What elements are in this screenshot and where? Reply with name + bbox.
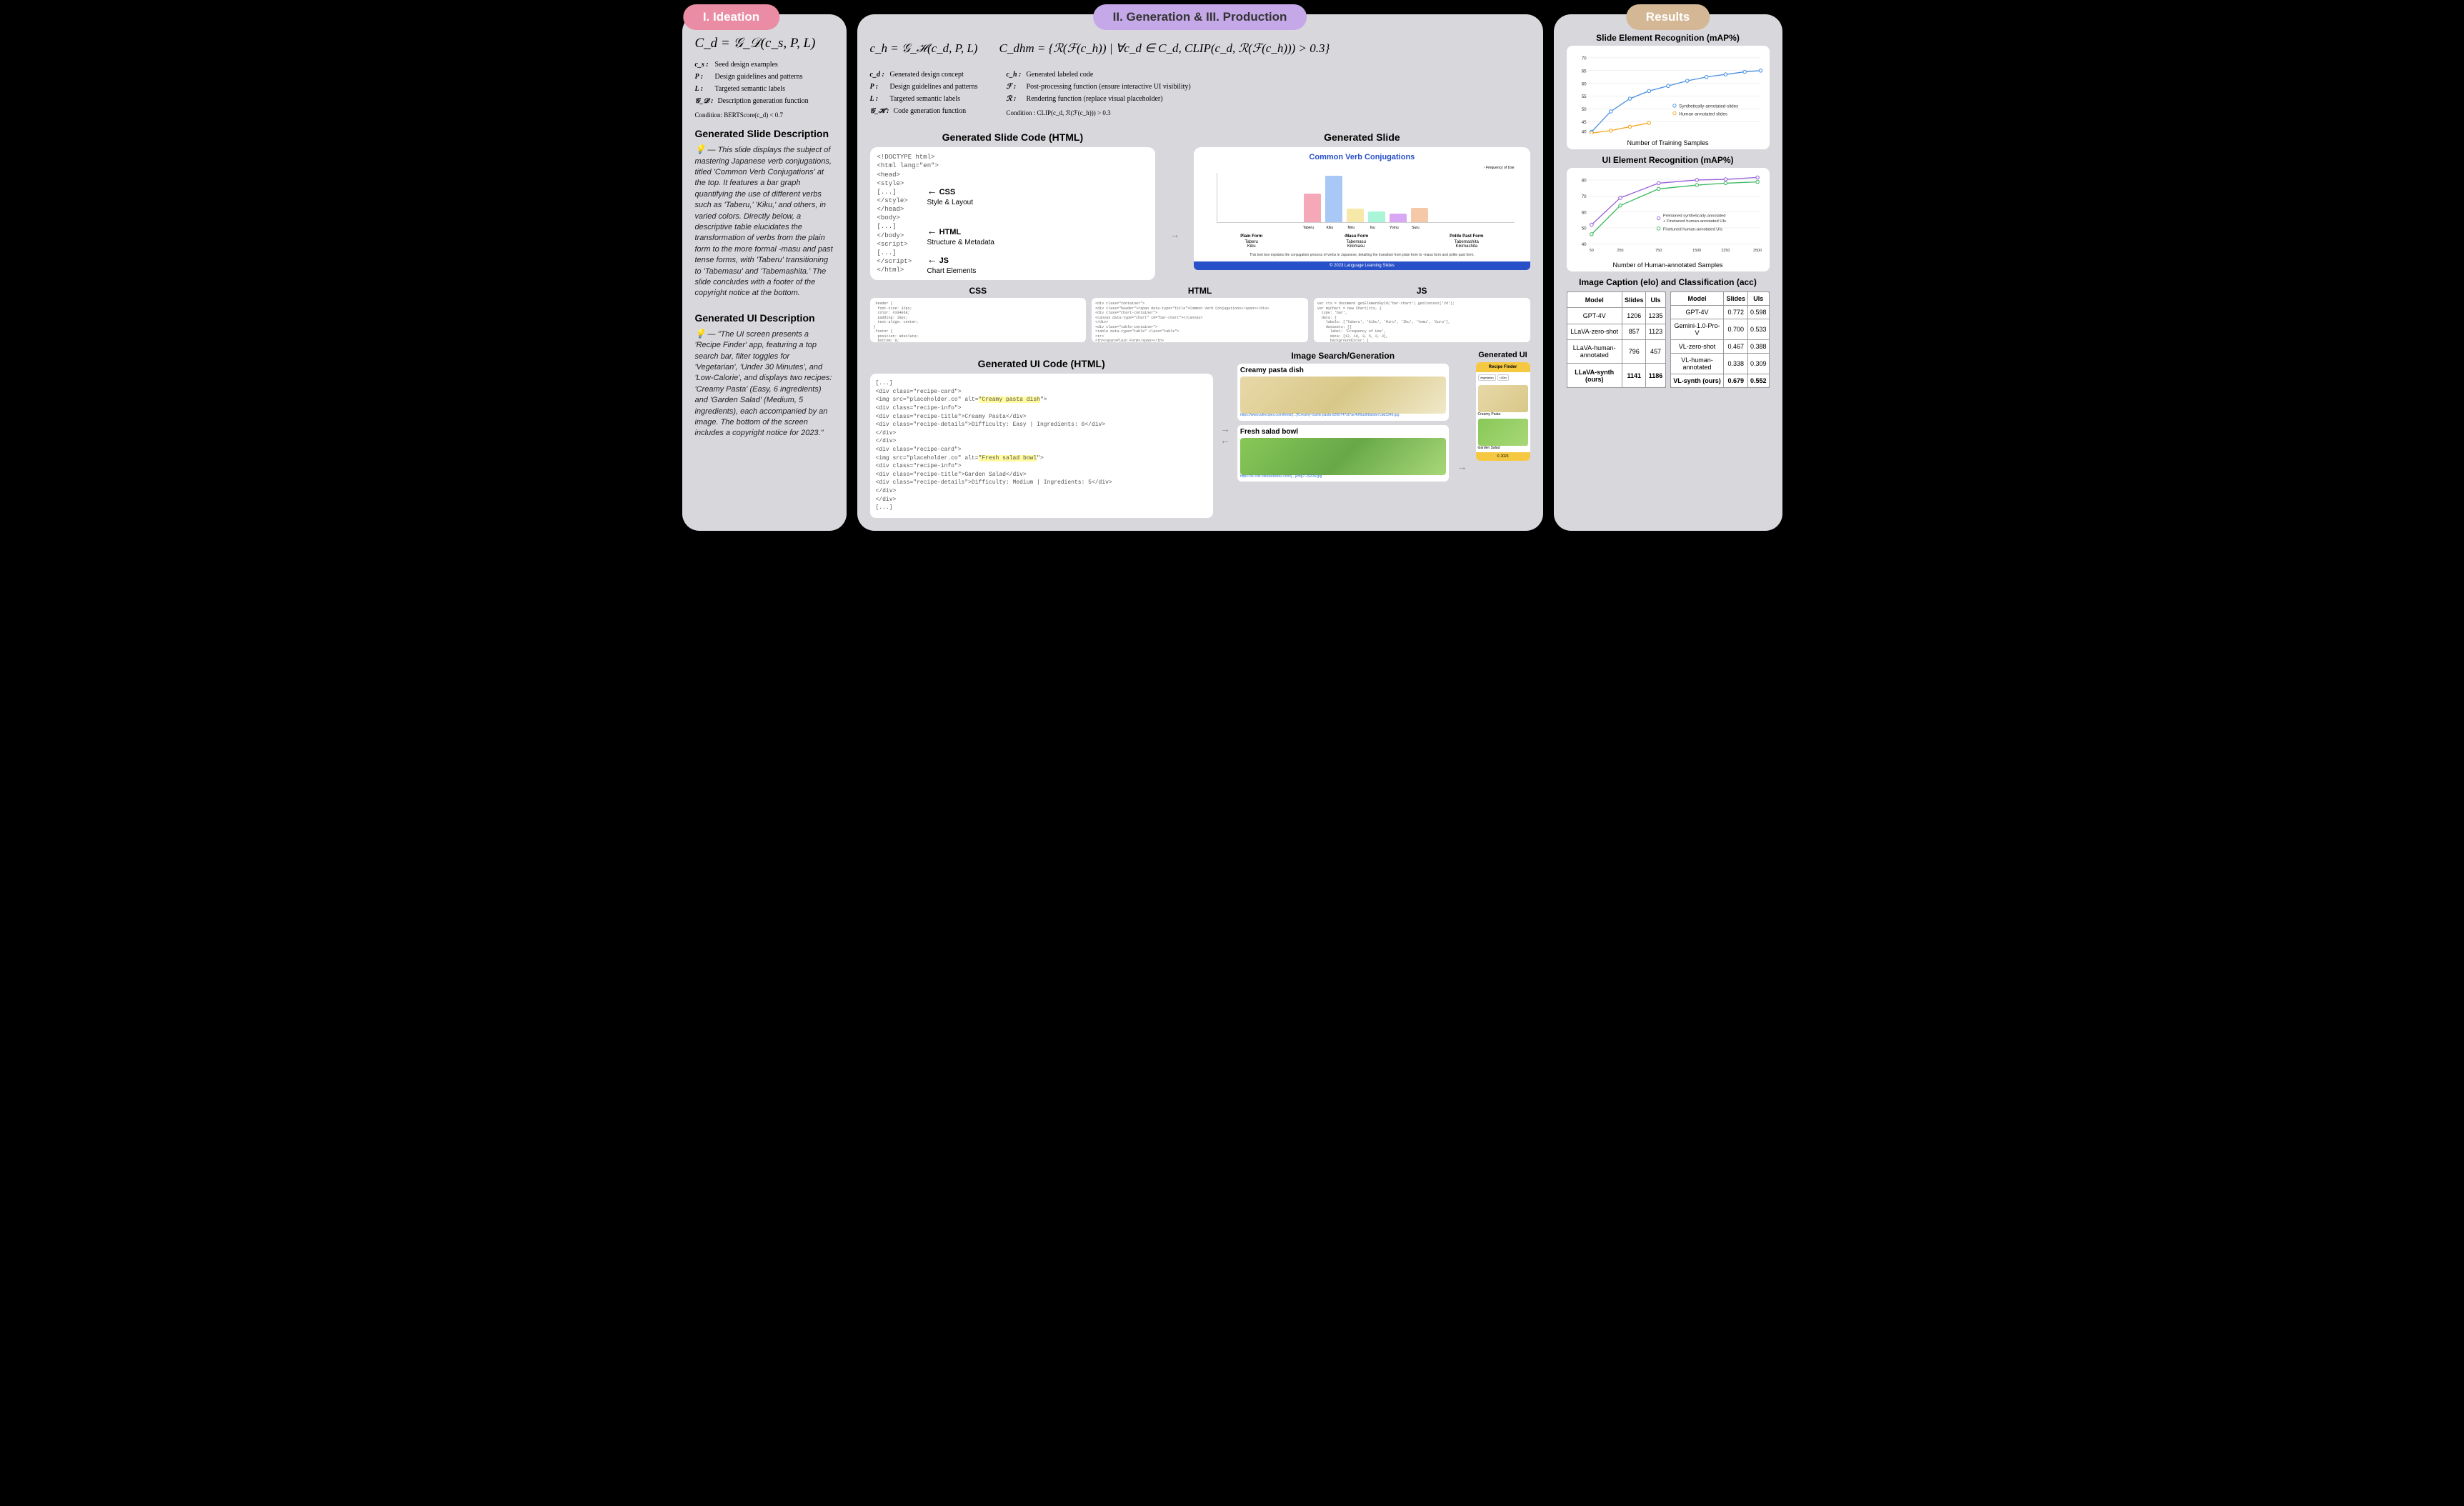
gen-ui-title: Generated UI bbox=[1476, 351, 1530, 359]
legend-text: Synthetically-annotated-slides bbox=[1679, 104, 1738, 109]
phone-mockup: Recipe Finder Vegetarian<30m Creamy Past… bbox=[1476, 362, 1530, 461]
svg-text:45: 45 bbox=[1581, 120, 1586, 125]
svg-text:60: 60 bbox=[1581, 81, 1586, 86]
svg-text:+ Finetuned human-annotated UI: + Finetuned human-annotated UIs bbox=[1662, 219, 1725, 224]
salad-image bbox=[1240, 438, 1446, 475]
slide-table: Plain FormTaberuKiku-Masu FormTabemasuKi… bbox=[1199, 234, 1524, 249]
svg-text:Human-annotated slides: Human-annotated slides bbox=[1679, 111, 1727, 116]
js-code: var ctx = document.getElementById('bar-c… bbox=[1314, 298, 1530, 342]
ui-code-title: Generated UI Code (HTML) bbox=[870, 358, 1213, 369]
results-panel: Results Slide Element Recognition (mAP%)… bbox=[1554, 14, 1782, 531]
css-code: .header { font-size: 32px; color: #334E6… bbox=[870, 298, 1087, 342]
img-search-item: Creamy pasta dish https://www.allrecipes… bbox=[1237, 364, 1449, 421]
gen-legend-left: c_d :Generated design concept P :Design … bbox=[870, 69, 978, 119]
arrow-right-icon: → bbox=[1220, 423, 1230, 434]
chart2: 8070605040 50250750150022503500 Pretrain… bbox=[1567, 168, 1770, 271]
svg-text:750: 750 bbox=[1655, 249, 1662, 253]
svg-text:50: 50 bbox=[1589, 249, 1593, 253]
ideation-legend: c_s :Seed design examples P :Design guid… bbox=[695, 59, 834, 121]
chart2-title: UI Element Recognition (mAP%) bbox=[1567, 155, 1770, 165]
svg-text:55: 55 bbox=[1581, 94, 1586, 99]
img-search-item: Fresh salad bowl https://le-cdn.hibuwebs… bbox=[1237, 425, 1449, 482]
svg-text:80: 80 bbox=[1581, 179, 1586, 184]
html-code: <div class="container"> <div class="head… bbox=[1092, 298, 1308, 342]
pasta-image bbox=[1240, 376, 1446, 414]
arrow-right-icon: → bbox=[1457, 461, 1467, 472]
generation-panel: II. Generation & III. Production c_h = 𝒢… bbox=[857, 14, 1543, 531]
svg-text:65: 65 bbox=[1581, 69, 1586, 74]
code-triple: CSS.header { font-size: 32px; color: #33… bbox=[870, 286, 1530, 342]
ideation-pill: I. Ideation bbox=[683, 4, 779, 30]
gen-slide-title: Generated Slide bbox=[1194, 131, 1530, 143]
elo-table: ModelSlidesUIsGPT-4V12061235LLaVA-zero-s… bbox=[1567, 291, 1666, 388]
svg-text:70: 70 bbox=[1581, 194, 1586, 199]
svg-text:40: 40 bbox=[1581, 129, 1586, 134]
ui-desc-text: 💡 — "The UI screen presents a 'Recipe Fi… bbox=[695, 328, 834, 439]
arrow-right-icon: → bbox=[1169, 229, 1179, 240]
svg-text:50: 50 bbox=[1581, 107, 1586, 112]
arrow-left-icon: ← bbox=[1220, 434, 1230, 446]
slide-code-title: Generated Slide Code (HTML) bbox=[870, 131, 1156, 143]
slide-bar-chart bbox=[1217, 173, 1514, 223]
img-search-title: Image Search/Generation bbox=[1237, 351, 1449, 361]
ideation-panel: I. Ideation C_d = 𝒢_𝒟(c_s, P, L) c_s :Se… bbox=[682, 14, 847, 531]
generation-pill: II. Generation & III. Production bbox=[1093, 4, 1307, 30]
ui-desc-title: Generated UI Description bbox=[695, 312, 834, 324]
results-tables: ModelSlidesUIsGPT-4V12061235LLaVA-zero-s… bbox=[1567, 291, 1770, 388]
results-pill: Results bbox=[1626, 4, 1710, 30]
svg-text:3500: 3500 bbox=[1753, 249, 1762, 253]
gen-legend-right: c_h :Generated labeled code ℱ :Post-proc… bbox=[1007, 69, 1191, 119]
acc-table: ModelSlidesUIsGPT-4V0.7720.598Gemini-1.0… bbox=[1670, 291, 1770, 388]
svg-text:250: 250 bbox=[1617, 249, 1623, 253]
tables-title: Image Caption (elo) and Classification (… bbox=[1567, 277, 1770, 287]
svg-text:2250: 2250 bbox=[1721, 249, 1730, 253]
slide-desc-title: Generated Slide Description bbox=[695, 128, 834, 139]
bulb-icon: 💡 bbox=[695, 329, 706, 339]
svg-text:Finetuned human-annotated UIs: Finetuned human-annotated UIs bbox=[1662, 228, 1722, 232]
ui-code-box: [...]<div class="recipe-card"> <img src=… bbox=[870, 374, 1213, 518]
ui-generation-row: Generated UI Code (HTML) [...]<div class… bbox=[870, 351, 1530, 518]
bulb-icon: 💡 bbox=[695, 144, 706, 154]
ideation-formula: C_d = 𝒢_𝒟(c_s, P, L) bbox=[695, 36, 834, 51]
svg-text:1500: 1500 bbox=[1692, 249, 1701, 253]
svg-text:40: 40 bbox=[1581, 242, 1586, 247]
gen-formula-1: c_h = 𝒢_ℋ(c_d, P, L) bbox=[870, 41, 978, 56]
figure-container: I. Ideation C_d = 𝒢_𝒟(c_s, P, L) c_s :Se… bbox=[682, 14, 1782, 531]
svg-text:70: 70 bbox=[1581, 56, 1586, 61]
chart1-title: Slide Element Recognition (mAP%) bbox=[1567, 33, 1770, 43]
chart1: 70656055504540 10003000500070009000 Synt… bbox=[1567, 46, 1770, 149]
svg-text:50: 50 bbox=[1581, 226, 1586, 231]
svg-text:60: 60 bbox=[1581, 210, 1586, 215]
svg-text:Pretrained synthetically-annot: Pretrained synthetically-annotated bbox=[1662, 214, 1725, 219]
slide-code-box: ← CSSStyle & Layout ← HTMLStructure & Me… bbox=[870, 147, 1156, 280]
generated-slide: Common Verb Conjugations ▫ Frequency of … bbox=[1194, 147, 1530, 270]
gen-formula-2: C_dhm = {ℛ(ℱ(c_h)) | ∀c_d ∈ C_d, CLIP(c_… bbox=[999, 41, 1330, 56]
slide-desc-text: 💡 — This slide displays the subject of m… bbox=[695, 144, 834, 299]
